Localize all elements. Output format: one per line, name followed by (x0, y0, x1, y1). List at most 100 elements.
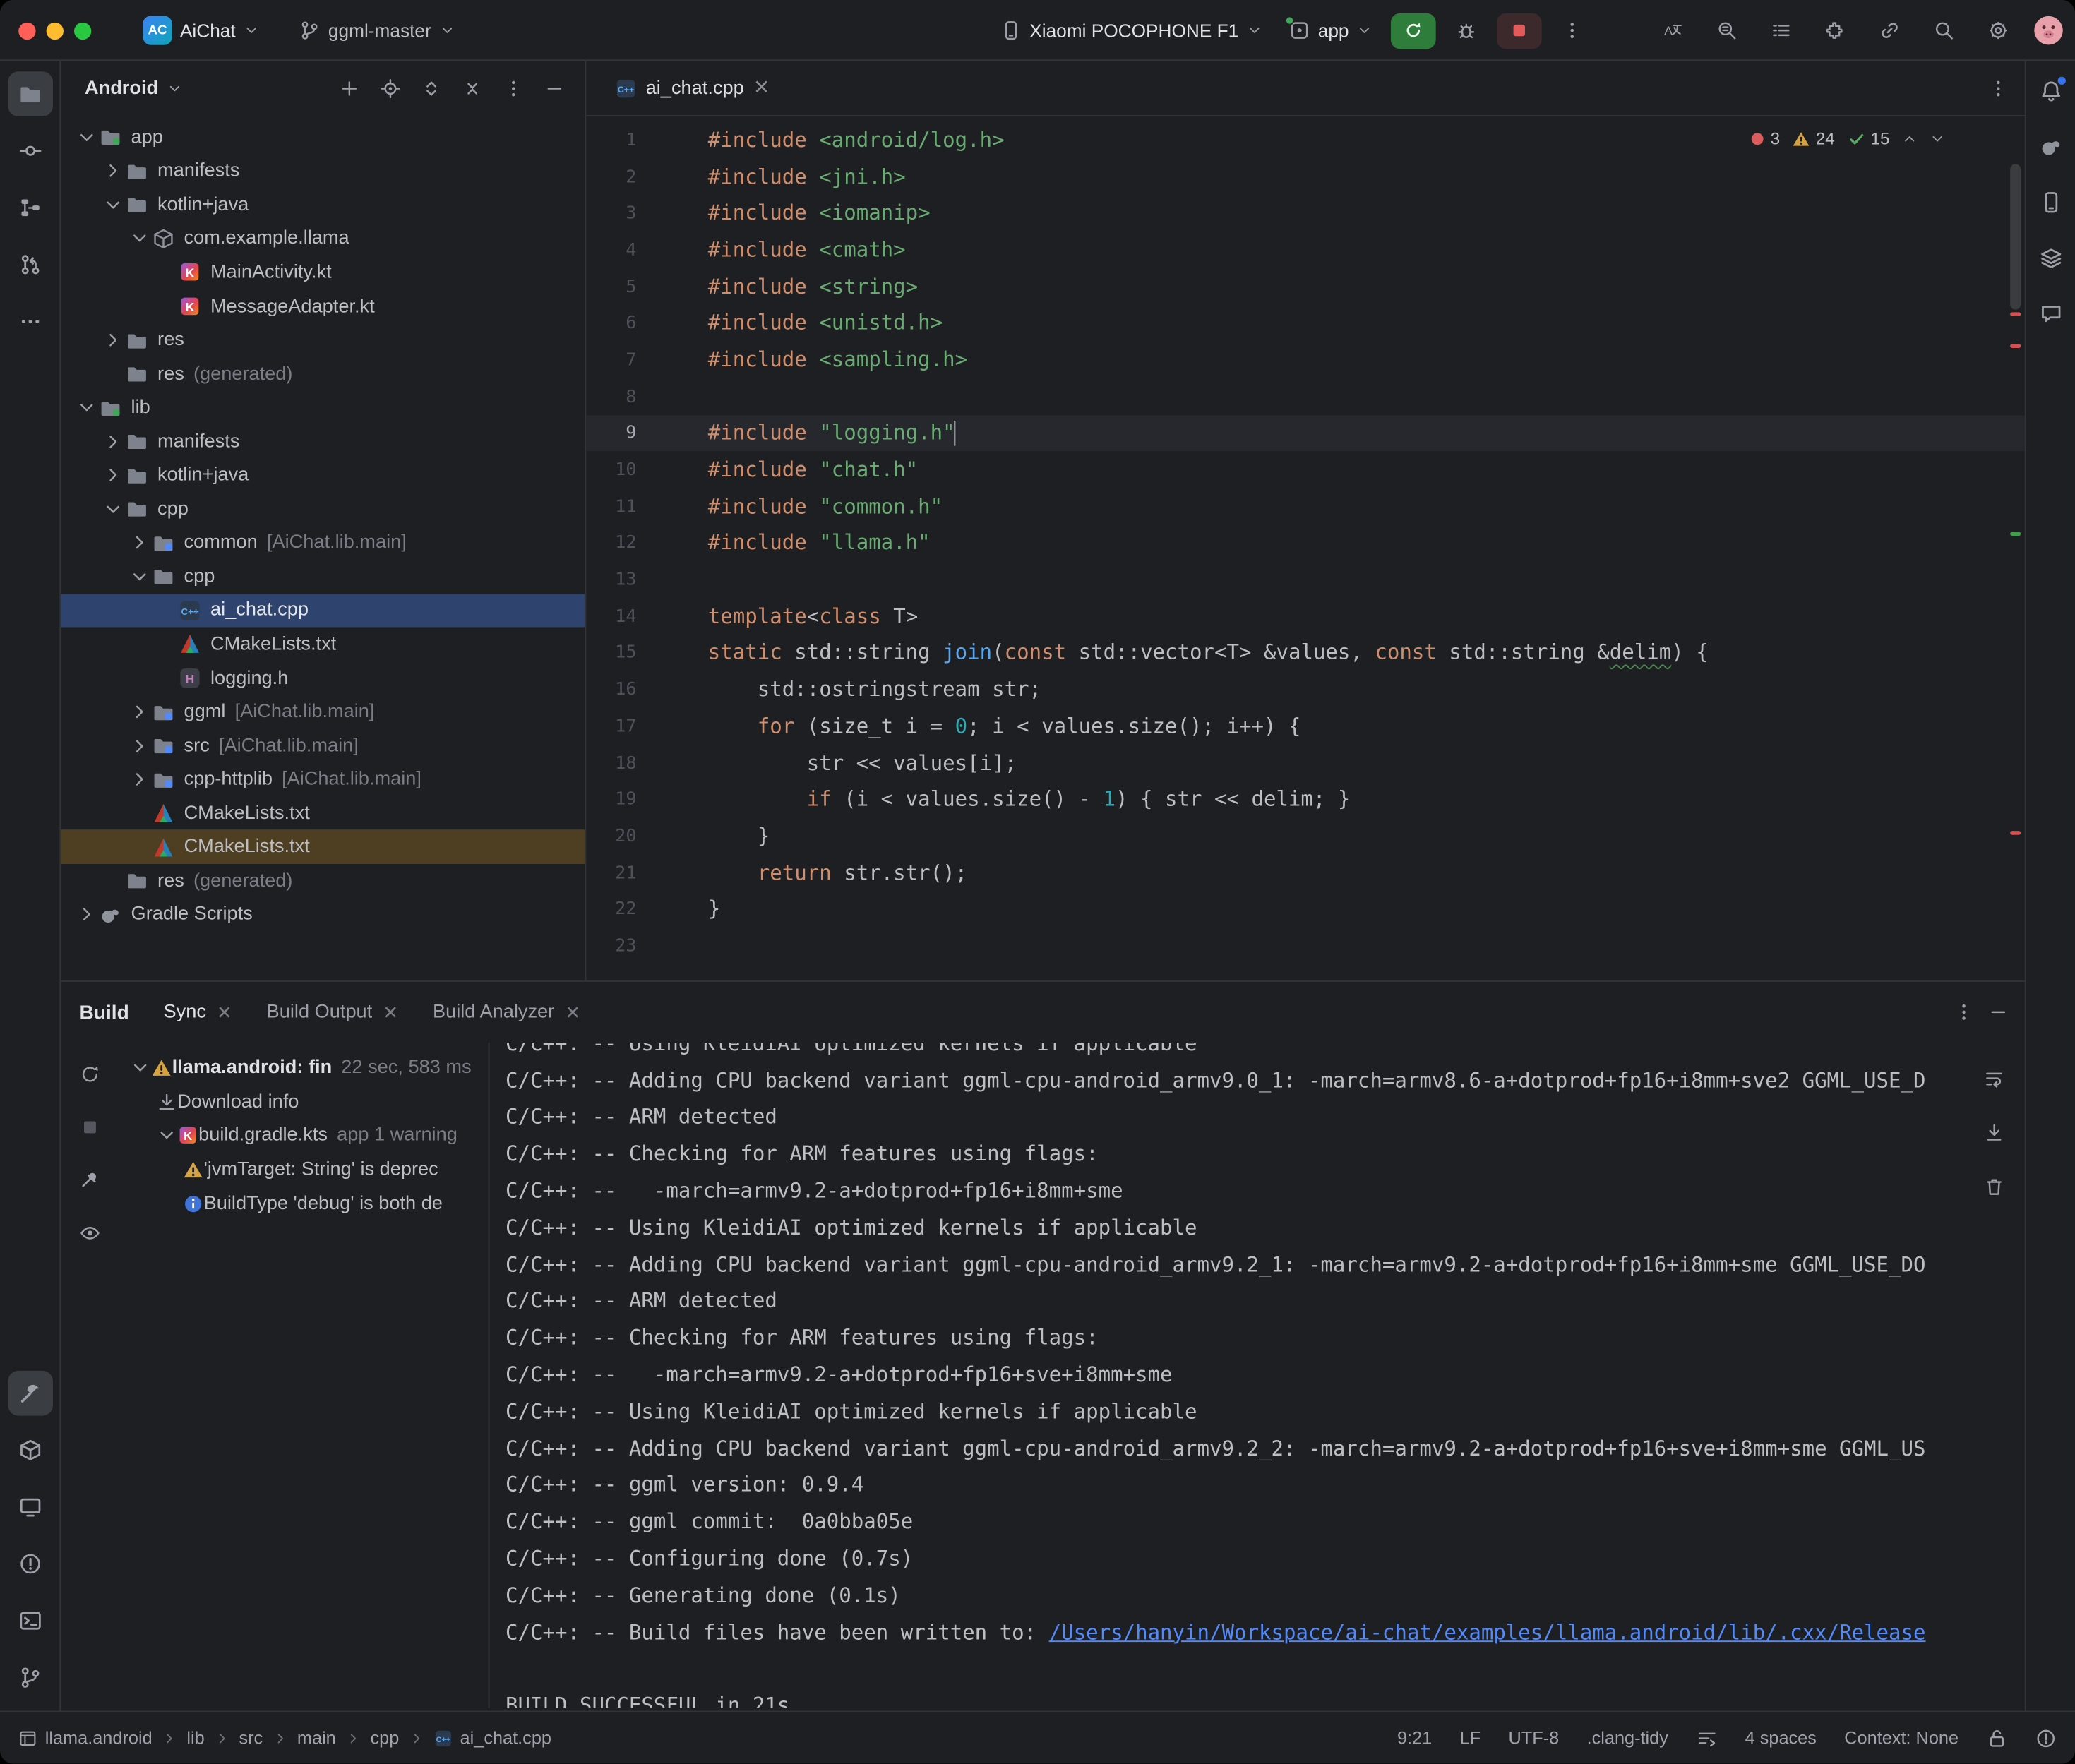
code-line[interactable]: 22} (586, 891, 2024, 928)
vcs-branch-selector[interactable]: ggml-master (291, 15, 462, 47)
code-line[interactable]: 23 (586, 928, 2024, 964)
code-inspection-button[interactable] (1707, 11, 1747, 50)
line-separator-widget[interactable]: LF (1460, 1728, 1481, 1748)
structure-toolwindow-button[interactable] (7, 185, 52, 230)
search-everywhere-button[interactable] (1924, 11, 1963, 50)
run-more-actions-button[interactable] (1553, 11, 1592, 50)
chevron-right-icon[interactable] (127, 769, 153, 790)
chevron-down-icon[interactable] (156, 1125, 177, 1146)
project-tree-item[interactable]: manifests (61, 425, 585, 459)
project-tree-item[interactable]: com.example.llama (61, 222, 585, 256)
code-line[interactable]: 18 str << values[i]; (586, 745, 2024, 781)
project-tree-item[interactable]: src[AiChat.lib.main] (61, 728, 585, 762)
project-tree-item[interactable]: lib (61, 391, 585, 425)
line-number[interactable]: 15 (586, 642, 636, 664)
build-tree-item[interactable]: 'jvmTarget: String' is deprec (119, 1153, 489, 1187)
project-selector[interactable]: AC AiChat (135, 11, 267, 50)
line-number[interactable]: 22 (586, 899, 636, 920)
breadcrumb-item[interactable]: C++ai_chat.cpp (433, 1728, 551, 1748)
project-tree-item[interactable]: kotlin+java (61, 458, 585, 492)
settings-button[interactable] (1978, 11, 2018, 50)
rerun-app-button[interactable] (1392, 13, 1437, 49)
errors-indicator[interactable]: 3 (1750, 128, 1781, 148)
code-editor[interactable]: 1#include <android/log.h>2#include <jni.… (586, 116, 2024, 980)
warnings-indicator[interactable]: 24 (1792, 128, 1835, 148)
chevron-down-icon[interactable] (127, 228, 153, 249)
clang-tidy-widget[interactable]: .clang-tidy (1587, 1728, 1668, 1748)
line-number[interactable]: 4 (586, 239, 636, 260)
build-console-pane[interactable]: C/C++: -- Using KleidiAI optimized kerne… (490, 1043, 2025, 1708)
inspections-widget[interactable]: 3 24 15 (1741, 126, 1953, 151)
line-number[interactable]: 23 (586, 935, 636, 956)
code-line[interactable]: 20 } (586, 817, 2024, 854)
device-selector[interactable]: Xiaomi POCOPHONE F1 (993, 15, 1270, 47)
gradle-toolwindow-button[interactable] (2031, 127, 2070, 167)
line-number[interactable]: 2 (586, 166, 636, 187)
project-tree-item[interactable]: Gradle Scripts (61, 898, 585, 932)
chevron-down-icon[interactable] (166, 80, 181, 96)
filter-messages-button[interactable] (72, 1215, 108, 1251)
line-number[interactable]: 17 (586, 716, 636, 737)
project-tree-item[interactable]: manifests (61, 154, 585, 188)
close-tab-button[interactable]: ✕ (383, 1001, 398, 1024)
stop-app-button[interactable] (1497, 13, 1542, 49)
project-tree-item[interactable]: kotlin+java (61, 188, 585, 222)
build-tree-item[interactable]: Download info (119, 1084, 489, 1118)
line-number[interactable]: 21 (586, 862, 636, 883)
soft-wrap-button[interactable] (1975, 1058, 2014, 1098)
chevron-right-icon[interactable] (100, 464, 126, 486)
status-indicator-icon[interactable] (2035, 1728, 2057, 1749)
breadcrumb-item[interactable]: cpp (370, 1728, 399, 1748)
project-tree-item[interactable]: common[AiChat.lib.main] (61, 526, 585, 560)
project-toolwindow-button[interactable] (7, 71, 52, 116)
console-link[interactable]: /Users/hanyin/Workspace/ai-chat/examples… (1049, 1620, 1926, 1644)
app-inspection-toolwindow-button[interactable] (2031, 238, 2070, 277)
select-opened-file-button[interactable] (372, 71, 408, 107)
code-line[interactable]: 19 if (i < values.size() - 1) { str << d… (586, 781, 2024, 818)
code-line[interactable]: 16 std::ostringstream str; (586, 671, 2024, 708)
chevron-down-icon[interactable] (127, 566, 153, 587)
build-toolwindow-button[interactable] (7, 1371, 52, 1416)
chevron-right-icon[interactable] (127, 735, 153, 756)
code-style-icon[interactable] (1696, 1728, 1717, 1749)
code-line[interactable]: 2#include <jni.h> (586, 158, 2024, 195)
minimize-window-button[interactable] (47, 22, 64, 39)
chevron-down-icon[interactable] (100, 194, 126, 215)
commit-toolwindow-button[interactable] (7, 128, 52, 174)
terminal-toolwindow-button[interactable] (7, 1599, 52, 1644)
pull-requests-toolwindow-button[interactable] (7, 242, 52, 287)
project-tree-item[interactable]: ggml[AiChat.lib.main] (61, 695, 585, 729)
more-toolwindows-button[interactable] (7, 299, 52, 344)
next-problem-button[interactable] (1930, 131, 1945, 146)
code-line[interactable]: 7#include <sampling.h> (586, 342, 2024, 378)
close-tab-button[interactable]: ✕ (565, 1001, 580, 1024)
lock-icon[interactable] (1986, 1728, 2007, 1749)
chevron-right-icon[interactable] (127, 702, 153, 723)
project-tree-item[interactable]: cpp (61, 560, 585, 594)
project-tree-item[interactable]: Hlogging.h (61, 661, 585, 695)
code-line[interactable]: 15static std::string join(const std::vec… (586, 635, 2024, 671)
error-stripe-mark[interactable] (2010, 344, 2021, 348)
code-line[interactable]: 4#include <cmath> (586, 232, 2024, 268)
project-view-mode[interactable]: Android (85, 78, 158, 100)
project-tree-item[interactable]: CMakeLists.txt (61, 830, 585, 864)
scroll-to-end-button[interactable] (1975, 1112, 2014, 1152)
build-tab-build-analyzer[interactable]: Build Analyzer✕ (433, 1001, 580, 1024)
expand-all-button[interactable] (413, 71, 449, 107)
device-manager-toolwindow-button[interactable] (2031, 183, 2070, 222)
code-line[interactable]: 12#include "llama.h" (586, 524, 2024, 561)
line-number[interactable]: 12 (586, 532, 636, 553)
breadcrumb-item[interactable]: src (239, 1728, 263, 1748)
line-number[interactable]: 14 (586, 606, 636, 627)
context-widget[interactable]: Context: None (1844, 1728, 1959, 1748)
notifications-button[interactable] (2031, 71, 2070, 111)
line-number[interactable]: 19 (586, 789, 636, 810)
plugins-button[interactable] (1816, 11, 1855, 50)
indent-widget[interactable]: 4 spaces (1745, 1728, 1817, 1748)
share-link-button[interactable] (1870, 11, 1909, 50)
breadcrumb-item[interactable]: main (297, 1728, 336, 1748)
clear-console-button[interactable] (1975, 1167, 2014, 1206)
breadcrumb-item[interactable]: lib (186, 1728, 204, 1748)
chevron-right-icon[interactable] (127, 532, 153, 553)
build-tree-item[interactable]: Kbuild.gradle.ktsapp 1 warning (119, 1119, 489, 1153)
